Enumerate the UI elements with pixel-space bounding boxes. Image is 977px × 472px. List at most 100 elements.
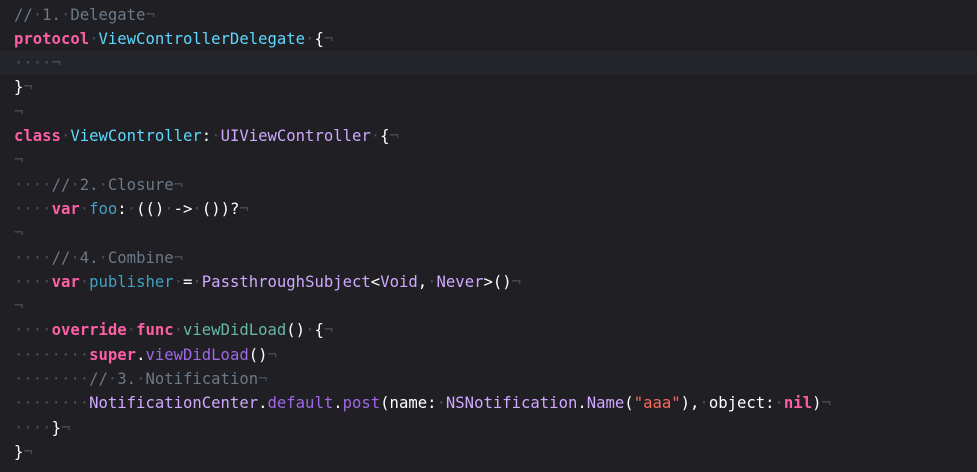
invisible-characters: ¬ [14, 102, 24, 121]
invisible-characters: · [89, 29, 99, 48]
code-text: , [417, 272, 428, 291]
invisible-characters: · [126, 321, 137, 340]
code-keyword: class [14, 127, 61, 145]
invisible-characters: · [211, 127, 221, 145]
code-line[interactable]: ····//·2.·Closure¬ [0, 173, 977, 197]
code-type-declaration: ViewController [70, 127, 202, 145]
invisible-characters: · [70, 248, 80, 267]
code-comment: // [51, 175, 71, 194]
code-method: viewDidLoad [145, 345, 249, 364]
code-text: = [183, 272, 193, 291]
code-text: () [286, 321, 306, 340]
code-line[interactable]: }¬ [0, 75, 977, 99]
code-line[interactable]: ¬ [0, 294, 977, 318]
code-type-name: UIViewController [220, 127, 371, 145]
invisible-characters: ········ [14, 370, 90, 388]
code-text: } [51, 418, 61, 437]
source-editor[interactable]: //·1.·Delegate¬ protocol·ViewControllerDe… [0, 0, 977, 472]
invisible-characters: ···· [14, 199, 52, 218]
code-line[interactable]: ········NotificationCenter.default.post(… [0, 391, 977, 415]
code-function-declaration: viewDidLoad [183, 321, 287, 340]
invisible-characters: · [173, 272, 184, 291]
code-line[interactable]: ····}¬ [0, 416, 977, 440]
code-keyword: var [51, 199, 80, 218]
code-keyword: super [89, 345, 137, 364]
code-text: { [380, 127, 390, 145]
code-text: . [258, 394, 268, 413]
code-text: < [370, 272, 381, 291]
invisible-characters: · [70, 175, 80, 194]
invisible-characters: · [427, 272, 437, 291]
invisible-characters: ¬ [23, 442, 33, 461]
code-text: ), [680, 394, 700, 413]
code-line[interactable]: ¬ [0, 148, 977, 172]
invisible-characters: · [164, 199, 174, 218]
invisible-characters: · [173, 321, 184, 340]
invisible-characters: · [370, 127, 381, 145]
invisible-characters: ¬ [14, 151, 24, 170]
code-type-name: NSNotification [445, 394, 578, 413]
code-type-name: Name [586, 394, 625, 413]
invisible-characters: ¬ [389, 127, 399, 145]
code-text: { [314, 29, 324, 48]
invisible-characters: · [98, 175, 108, 194]
code-comment: 3. [117, 370, 137, 388]
invisible-characters: · [32, 5, 43, 24]
code-line[interactable]: class·ViewController:·UIViewController·{… [0, 124, 977, 148]
code-string: "aaa" [633, 394, 681, 413]
code-line-current[interactable]: ····¬ [0, 51, 977, 76]
code-line[interactable]: //·1.·Delegate¬ [0, 3, 977, 27]
invisible-characters: · [192, 272, 202, 291]
code-keyword: protocol [14, 29, 90, 48]
code-method: post [342, 394, 381, 413]
invisible-characters: ¬ [14, 224, 24, 243]
code-line[interactable]: ········//·3.·Notification¬ [0, 367, 977, 391]
code-property-declaration: publisher [89, 272, 174, 291]
invisible-characters: ¬ [60, 418, 71, 437]
code-type-name: Never [436, 272, 484, 291]
code-line[interactable]: ····override·func·viewDidLoad()·{¬ [0, 318, 977, 342]
code-line[interactable]: }¬ [0, 440, 977, 464]
code-keyword: var [51, 272, 80, 291]
invisible-characters: · [107, 370, 118, 388]
code-text: { [314, 321, 324, 340]
code-text: . [577, 394, 587, 413]
code-line[interactable]: ····var·publisher·=·PassthroughSubject<V… [0, 270, 977, 294]
invisible-characters: ¬ [14, 297, 24, 316]
invisible-characters: ¬ [173, 175, 184, 194]
code-line[interactable]: ¬ [0, 221, 977, 245]
code-type-name: NotificationCenter [89, 394, 259, 413]
code-line[interactable]: protocol·ViewControllerDelegate·{¬ [0, 27, 977, 51]
invisible-characters: · [79, 199, 90, 218]
invisible-characters: ···· [14, 272, 52, 291]
code-comment: Delegate [70, 5, 146, 24]
code-line[interactable]: ····//·4.·Combine¬ [0, 246, 977, 270]
invisible-characters: ········ [14, 345, 90, 364]
code-text: -> [173, 199, 193, 218]
code-comment: Notification [145, 370, 259, 388]
code-comment: Combine [107, 248, 174, 267]
code-line[interactable]: ····var·foo:·(()·->·())?¬ [0, 197, 977, 221]
code-type-declaration: ViewControllerDelegate [98, 29, 306, 48]
code-comment: 1. [42, 5, 61, 24]
code-text: . [333, 394, 343, 413]
invisible-characters: · [436, 394, 446, 413]
invisible-characters: ¬ [267, 345, 277, 364]
code-text: : [201, 127, 212, 145]
code-comment: // [51, 248, 71, 267]
invisible-characters: ¬ [258, 370, 268, 388]
invisible-characters: ¬ [821, 394, 831, 413]
code-line[interactable]: ········super.viewDidLoad()¬ [0, 343, 977, 367]
invisible-characters: ¬ [173, 248, 184, 267]
invisible-characters: · [60, 5, 71, 24]
invisible-characters: ···· [14, 175, 52, 194]
code-comment: 2. [79, 175, 99, 194]
invisible-characters: · [192, 199, 202, 218]
invisible-characters: ···· [14, 321, 52, 340]
invisible-characters: · [98, 248, 108, 267]
code-type-name: PassthroughSubject [201, 272, 371, 291]
code-keyword: func [136, 321, 174, 340]
code-line[interactable]: ¬ [0, 100, 977, 124]
code-text: ())? [201, 199, 240, 218]
code-text: ( [624, 394, 634, 413]
